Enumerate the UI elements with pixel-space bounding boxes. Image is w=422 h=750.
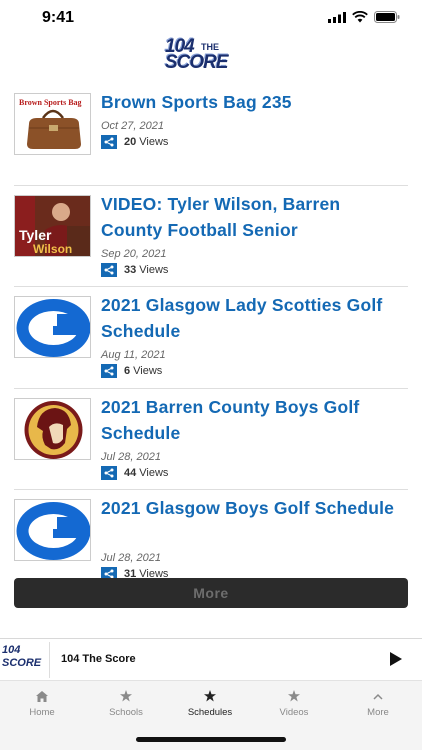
player-logo-line2: SCORE — [2, 657, 42, 669]
views-count: 20 — [124, 136, 137, 148]
tab-label: Schools — [109, 707, 143, 718]
more-button[interactable]: More — [14, 578, 408, 608]
item-date: Sep 20, 2021 — [101, 247, 167, 260]
item-views: 44 Views — [101, 465, 169, 480]
item-date: Jul 28, 2021 — [101, 552, 161, 564]
thumbnail-text-first: Tyler — [19, 226, 52, 243]
thumbnail-text-last: Wilson — [33, 241, 73, 256]
player-logo: 104 SCORE — [0, 642, 50, 678]
play-icon[interactable] — [390, 652, 402, 666]
star-icon — [288, 690, 300, 702]
status-time: 9:41 — [42, 9, 75, 26]
item-date: Aug 11, 2021 — [101, 349, 166, 361]
signal-icon — [328, 11, 346, 23]
list-item[interactable]: 2021 Glasgow Boys Golf Schedule Jul 28, … — [14, 490, 408, 592]
glasgow-g-icon — [15, 500, 90, 560]
item-views: 20 Views — [101, 135, 168, 149]
player-logo-line1: 104 — [2, 644, 21, 656]
battery-icon — [374, 11, 400, 23]
item-title[interactable]: 2021 Glasgow Boys Golf Schedule — [101, 495, 401, 521]
app-header: 104 THE SCORE — [0, 36, 422, 76]
tab-bar: Home Schools Schedules Videos More — [0, 680, 422, 750]
star-icon — [204, 690, 216, 702]
thumbnail-glasgow-logo — [14, 296, 91, 358]
item-date: Jul 28, 2021 — [101, 450, 161, 463]
item-title[interactable]: 2021 Glasgow Lady Scotties Golf Schedule — [101, 292, 401, 344]
share-icon[interactable] — [101, 262, 117, 277]
views-count: 33 — [124, 263, 137, 276]
views-count: 44 — [124, 466, 137, 479]
share-icon[interactable] — [101, 135, 117, 149]
item-title[interactable]: VIDEO: Tyler Wilson, Barren County Footb… — [101, 191, 401, 243]
tab-schools[interactable]: Schools — [84, 689, 168, 718]
views-label: Views — [139, 136, 169, 148]
tab-home[interactable]: Home — [0, 689, 84, 718]
views-label: Views — [139, 466, 169, 479]
tab-schedules[interactable]: Schedules — [168, 689, 252, 718]
home-indicator — [136, 737, 286, 742]
views-count: 6 — [124, 365, 131, 377]
article-list: Brown Sports Bag Brown Sports Bag 235 Oc… — [14, 84, 408, 592]
item-title[interactable]: 2021 Barren County Boys Golf Schedule — [101, 394, 401, 446]
tab-label: Schedules — [187, 707, 233, 718]
bag-image — [27, 109, 81, 149]
home-icon — [36, 690, 48, 702]
glasgow-g-icon — [15, 297, 90, 357]
list-item[interactable]: 2021 Glasgow Lady Scotties Golf Schedule… — [14, 287, 408, 389]
thumbnail-brown-bag: Brown Sports Bag — [14, 93, 91, 155]
thumbnail-tyler: Tyler Wilson — [14, 194, 91, 257]
list-item[interactable]: Brown Sports Bag Brown Sports Bag 235 Oc… — [14, 84, 408, 186]
trojan-icon — [15, 398, 90, 459]
app-logo: 104 THE SCORE — [165, 36, 257, 74]
tab-more[interactable]: More — [336, 689, 420, 718]
star-icon — [120, 690, 132, 702]
views-label: Views — [139, 263, 169, 276]
tab-label: Home — [29, 707, 55, 718]
tab-label: Videos — [279, 707, 309, 718]
status-icons — [328, 11, 400, 23]
item-date: Oct 27, 2021 — [101, 120, 164, 132]
views-label: Views — [133, 365, 163, 377]
item-views: 33 Views — [101, 262, 169, 277]
item-title[interactable]: Brown Sports Bag 235 — [101, 89, 401, 115]
share-icon[interactable] — [101, 364, 117, 378]
thumbnail-glasgow-logo — [14, 499, 91, 561]
thumbnail-trojan-logo — [14, 397, 91, 460]
chevron-up-icon — [373, 693, 383, 700]
audio-player: 104 SCORE 104 The Score — [0, 638, 422, 680]
logo-line2: SCORE — [165, 52, 229, 73]
player-title: 104 The Score — [61, 653, 136, 665]
logo-sup: THE — [201, 42, 219, 52]
status-bar: 9:41 — [0, 0, 422, 34]
tab-videos[interactable]: Videos — [252, 689, 336, 718]
list-item[interactable]: Tyler Wilson VIDEO: Tyler Wilson, Barren… — [14, 186, 408, 287]
tab-label: More — [367, 707, 389, 718]
share-icon[interactable] — [101, 465, 117, 480]
list-item[interactable]: 2021 Barren County Boys Golf Schedule Ju… — [14, 389, 408, 490]
item-views: 6 Views — [101, 364, 162, 378]
wifi-icon — [352, 11, 368, 23]
